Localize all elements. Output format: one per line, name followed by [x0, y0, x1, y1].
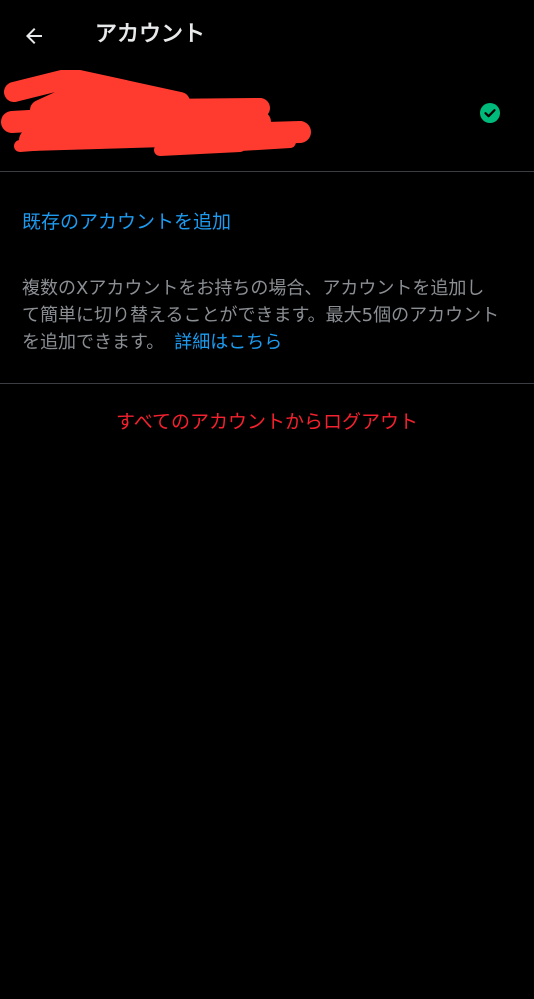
logout-all-accounts-button[interactable]: すべてのアカウントからログアウト [0, 408, 534, 436]
info-line-3: を追加できます。 詳細はこちら [22, 329, 520, 356]
multi-account-info: 複数のXアカウントをお持ちの場合、アカウントを追加し て簡単に切り替えることがで… [22, 275, 520, 356]
info-line-3-text: を追加できます。 [22, 332, 165, 353]
info-line-2: て簡単に切り替えることができます。最大5個のアカウント [22, 305, 500, 326]
arrow-left-icon [26, 28, 42, 44]
info-line-1: 複数のXアカウントをお持ちの場合、アカウントを追加し [22, 278, 485, 299]
accounts-screen: アカウント 既存のアカウントを追加 複数のXアカウントをお持ちの場合、アカウント… [0, 0, 534, 999]
top-bar: アカウント [0, 0, 534, 70]
learn-more-link[interactable]: 詳細はこちら [174, 332, 282, 353]
divider [0, 171, 534, 172]
divider [0, 383, 534, 384]
check-circle-icon [480, 103, 500, 123]
page-title: アカウント [95, 22, 206, 47]
redacted-account-name [1, 70, 311, 156]
current-account-row[interactable] [0, 70, 534, 171]
back-button[interactable] [14, 16, 54, 56]
add-existing-account-link[interactable]: 既存のアカウントを追加 [22, 208, 231, 236]
